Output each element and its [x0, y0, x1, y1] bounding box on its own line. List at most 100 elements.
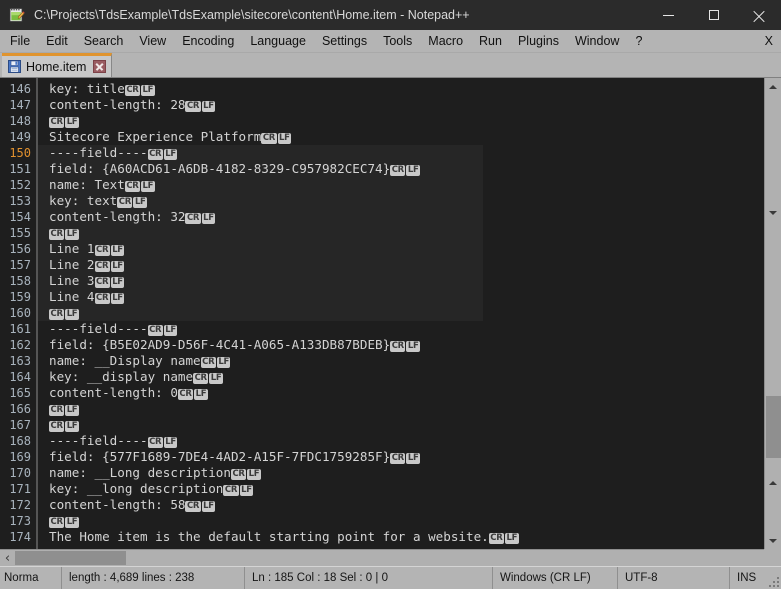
- code-line[interactable]: ----field---- CR LF: [49, 145, 764, 161]
- code-line[interactable]: Line 3 CR LF: [49, 273, 764, 289]
- horizontal-scroll-thumb[interactable]: [15, 551, 126, 565]
- menu-item-settings[interactable]: Settings: [314, 30, 375, 52]
- line-number: 150: [9, 146, 31, 160]
- editor-viewport[interactable]: 146 147 148 149 150 151 152 153 154 155 156 157 158 1…: [0, 78, 764, 549]
- code-line[interactable]: CR LF: [49, 225, 764, 241]
- code-line[interactable]: Sitecore Experience Platform CR LF: [49, 129, 764, 145]
- menu-item-window[interactable]: Window: [567, 30, 627, 52]
- menu-item-encoding[interactable]: Encoding: [174, 30, 242, 52]
- code-line[interactable]: Line 1 CR LF: [49, 241, 764, 257]
- eol-lf-marker: LF: [239, 485, 254, 496]
- code-line[interactable]: Line 4 CR LF: [49, 289, 764, 305]
- line-number: 149: [9, 130, 31, 144]
- scroll-left-button[interactable]: ‹: [0, 550, 15, 566]
- scroll-marker-up-icon: [765, 478, 781, 488]
- minimize-button[interactable]: [646, 0, 691, 30]
- code-text-area[interactable]: key: title CR LF content-length: 28 CR LF CR LF…: [38, 78, 764, 549]
- eol-lf-marker: LF: [133, 197, 148, 208]
- code-line[interactable]: ----field---- CR LF: [49, 433, 764, 449]
- code-line[interactable]: CR LF: [49, 113, 764, 129]
- code-line[interactable]: field: {A60ACD61-A6DB-4182-8329-C957982C…: [49, 161, 764, 177]
- code-line[interactable]: key: __long description CR LF: [49, 481, 764, 497]
- code-line[interactable]: name: __Long description CR LF: [49, 465, 764, 481]
- line-number: 171: [9, 482, 31, 496]
- horizontal-scrollbar[interactable]: ‹ ›: [0, 549, 781, 566]
- menu-item-plugins[interactable]: Plugins: [510, 30, 567, 52]
- code-line[interactable]: name: Text CR LF: [49, 177, 764, 193]
- line-number: 162: [9, 338, 31, 352]
- menu-item-tools[interactable]: Tools: [375, 30, 420, 52]
- eol-lf-marker: LF: [216, 357, 231, 368]
- title-bar[interactable]: C:\Projects\TdsExample\TdsExample\siteco…: [0, 0, 781, 30]
- line-number: 152: [9, 178, 31, 192]
- code-line-text: ----field----: [49, 433, 148, 448]
- minimize-icon: [663, 14, 674, 16]
- status-position: Ln : 185 Col : 18 Sel : 0 | 0: [245, 567, 493, 589]
- menu-item-run[interactable]: Run: [471, 30, 510, 52]
- status-insert-mode[interactable]: INS: [730, 567, 770, 589]
- code-line-text: field: {B5E02AD9-D56F-4C41-A065-A133DB87…: [49, 337, 391, 352]
- close-window-button[interactable]: [736, 0, 781, 30]
- code-line[interactable]: CR LF: [49, 401, 764, 417]
- scroll-down-button[interactable]: [765, 532, 781, 549]
- code-line[interactable]: CR LF: [49, 513, 764, 529]
- code-line[interactable]: content-length: 28 CR LF: [49, 97, 764, 113]
- code-line-text: key: text: [49, 193, 118, 208]
- code-line[interactable]: field: {B5E02AD9-D56F-4C41-A065-A133DB87…: [49, 337, 764, 353]
- tab-close-icon[interactable]: [93, 60, 107, 73]
- code-line-text: ----field----: [49, 145, 148, 160]
- chevron-up-icon: [769, 84, 777, 89]
- code-line-text: field: {A60ACD61-A6DB-4182-8329-C957982C…: [49, 161, 391, 176]
- code-line[interactable]: key: text CR LF: [49, 193, 764, 209]
- status-length-lines: length : 4,689 lines : 238: [62, 567, 245, 589]
- eol-lf-marker: LF: [201, 501, 216, 512]
- line-number: 156: [9, 242, 31, 256]
- scroll-up-button[interactable]: [765, 78, 781, 95]
- eol-lf-marker: LF: [406, 341, 421, 352]
- menu-item-file[interactable]: File: [2, 30, 38, 52]
- close-document-button[interactable]: X: [765, 30, 773, 52]
- eol-cr-marker: CR: [147, 437, 163, 448]
- code-line[interactable]: key: __display name CR LF: [49, 369, 764, 385]
- line-number: 148: [9, 114, 31, 128]
- menu-item-view[interactable]: View: [131, 30, 174, 52]
- code-line[interactable]: CR LF: [49, 305, 764, 321]
- code-line[interactable]: content-length: 0 CR LF: [49, 385, 764, 401]
- status-eol-format[interactable]: Windows (CR LF): [493, 567, 618, 589]
- line-number: 154: [9, 210, 31, 224]
- menu-item-edit[interactable]: Edit: [38, 30, 76, 52]
- eol-cr-marker: CR: [390, 341, 406, 352]
- eol-lf-marker: LF: [110, 245, 125, 256]
- tab-home-item[interactable]: Home.item: [2, 53, 113, 77]
- code-line[interactable]: Line 2 CR LF: [49, 257, 764, 273]
- maximize-button[interactable]: [691, 0, 736, 30]
- menu-item-search[interactable]: Search: [76, 30, 132, 52]
- menu-item-help[interactable]: ?: [627, 30, 650, 52]
- code-line[interactable]: name: __Display name CR LF: [49, 353, 764, 369]
- code-line[interactable]: content-length: 32 CR LF: [49, 209, 764, 225]
- code-line-text: Line 1: [49, 241, 95, 256]
- eol-lf-marker: LF: [201, 101, 216, 112]
- code-line[interactable]: key: title CR LF: [49, 81, 764, 97]
- eol-cr-marker: CR: [94, 261, 110, 272]
- code-line-text: content-length: 58: [49, 497, 186, 512]
- eol-cr-marker: CR: [185, 501, 201, 512]
- vertical-scroll-thumb[interactable]: [766, 396, 781, 458]
- eol-lf-marker: LF: [504, 533, 519, 544]
- line-number: 172: [9, 498, 31, 512]
- resize-grip-icon[interactable]: [767, 575, 779, 587]
- vertical-scrollbar[interactable]: [764, 78, 781, 549]
- code-line[interactable]: CR LF: [49, 417, 764, 433]
- line-number: 166: [9, 402, 31, 416]
- code-line[interactable]: content-length: 58 CR LF: [49, 497, 764, 513]
- eol-cr-marker: CR: [223, 485, 239, 496]
- code-line[interactable]: The Home item is the default starting po…: [49, 529, 764, 545]
- menu-item-macro[interactable]: Macro: [420, 30, 471, 52]
- menu-item-language[interactable]: Language: [242, 30, 314, 52]
- code-line-text: field: {577F1689-7DE4-4AD2-A15F-7FDC1759…: [49, 449, 391, 464]
- code-line[interactable]: field: {577F1689-7DE4-4AD2-A15F-7FDC1759…: [49, 449, 764, 465]
- code-line-text: ----field----: [49, 321, 148, 336]
- eol-cr-marker: CR: [94, 245, 110, 256]
- code-line[interactable]: ----field---- CR LF: [49, 321, 764, 337]
- status-encoding[interactable]: UTF-8: [618, 567, 730, 589]
